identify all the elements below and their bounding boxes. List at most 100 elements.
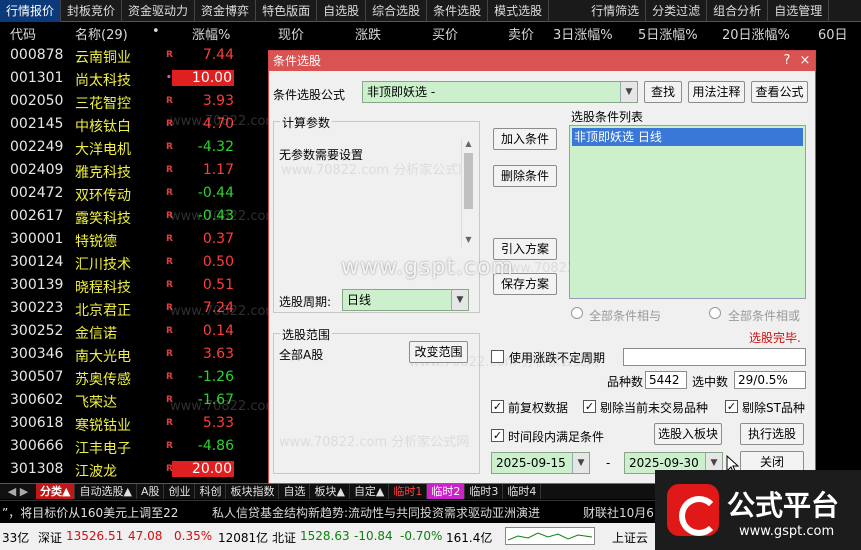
radio-or[interactable] (709, 307, 721, 319)
stock-row[interactable]: 002617 露笑科技 R -0.43 (0, 206, 270, 229)
stock-code: 300507 (10, 369, 64, 385)
col-d5[interactable]: 5日涨幅% (638, 24, 698, 43)
col-price[interactable]: 现价 (278, 24, 304, 43)
scroll-thumb[interactable] (464, 153, 473, 209)
col-bid[interactable]: 买价 (432, 24, 458, 43)
usage-notes-button[interactable]: 用法注释 (688, 81, 745, 103)
stock-row[interactable]: 002249 大洋电机 R -4.32 (0, 137, 270, 160)
formula-select[interactable]: 非顶即妖选 - ▼ (362, 81, 638, 103)
menu-item[interactable]: 特色版面 (256, 0, 318, 22)
col-pct[interactable]: 涨幅% (192, 24, 230, 43)
stock-row[interactable]: 002050 三花智控 R 3.93 (0, 91, 270, 114)
col-ask[interactable]: 卖价 (508, 24, 534, 43)
bottom-tab[interactable]: 自动选股▲ (75, 484, 137, 499)
period-condition-checkbox[interactable]: ✓ (491, 429, 504, 442)
col-d60[interactable]: 60日 (818, 24, 848, 43)
stock-row[interactable]: 300507 苏奥传感 R -1.26 (0, 367, 270, 390)
menu-item[interactable]: 资金驱动力 (122, 0, 196, 22)
condition-list-label: 选股条件列表 (571, 110, 644, 124)
pre-restore-checkbox[interactable]: ✓ (491, 400, 504, 413)
variable-period-input[interactable] (623, 348, 806, 366)
menu-item[interactable]: 综合选股 (366, 0, 428, 22)
menu-item[interactable]: 自选股 (317, 0, 367, 22)
variable-period-checkbox[interactable] (491, 350, 504, 363)
chevron-down-icon[interactable]: ▼ (451, 290, 468, 310)
add-condition-button[interactable]: 加入条件 (493, 128, 557, 150)
change-range-button[interactable]: 改变范围 (409, 341, 468, 363)
stock-row[interactable]: 002409 雅克科技 R 1.17 (0, 160, 270, 183)
close-icon[interactable]: × (797, 53, 813, 69)
scroll-up-icon[interactable]: ▲ (463, 139, 474, 148)
view-formula-button[interactable]: 查看公式 (751, 81, 808, 103)
bottom-tab[interactable]: 创业 (164, 484, 196, 499)
chevron-down-icon[interactable]: ▼ (572, 453, 589, 473)
period-select[interactable]: 日线 ▼ (342, 289, 469, 311)
stock-row[interactable]: 002145 中核钛白 R 4.70 (0, 114, 270, 137)
col-change[interactable]: 涨跌 (355, 24, 381, 43)
menu-item[interactable]: 资金博弈 (195, 0, 257, 22)
bottom-tab[interactable]: 科创 (195, 484, 227, 499)
bottom-tab[interactable]: 临时1 (389, 484, 428, 499)
execute-button[interactable]: 执行选股 (740, 423, 804, 445)
menu-item[interactable]: 条件选股 (427, 0, 489, 22)
remove-untraded-checkbox[interactable]: ✓ (583, 400, 596, 413)
stock-pct: 3.63 (202, 346, 234, 362)
params-scrollbar[interactable]: ▲ ▼ (461, 139, 474, 247)
bottom-tab[interactable]: 临时2 (427, 484, 466, 499)
to-block-button[interactable]: 选股入板块 (654, 423, 722, 445)
menu-item[interactable]: 封板竞价 (61, 0, 123, 22)
stock-row[interactable]: 300001 特锐德 R 0.37 (0, 229, 270, 252)
menu-item[interactable]: 行情报价 (0, 0, 62, 22)
stock-row[interactable]: 300223 北京君正 R 7.24 (0, 298, 270, 321)
col-code[interactable]: 代码 (10, 24, 36, 43)
menu-item[interactable]: 模式选股 (488, 0, 550, 22)
remove-st-checkbox[interactable]: ✓ (725, 400, 738, 413)
find-button[interactable]: 查找 (644, 81, 682, 103)
bottom-tab[interactable]: 分类▲ (36, 484, 76, 499)
chevron-down-icon[interactable]: ▼ (620, 82, 637, 102)
date-from-picker[interactable]: 2025-09-15 ▼ (491, 452, 590, 474)
bottom-tab[interactable]: 临时3 (465, 484, 504, 499)
stock-row[interactable]: 301308 江波龙 R 20.00 (0, 459, 270, 482)
col-name[interactable]: 名称(29) (75, 24, 128, 43)
bottom-tab[interactable]: 自定▲ (350, 484, 390, 499)
scroll-down-icon[interactable]: ▼ (463, 235, 474, 244)
tab-nav-arrows[interactable]: ◀ ▶ (0, 484, 36, 499)
bottom-tab[interactable]: 自选 (279, 484, 311, 499)
dialog-title-bar[interactable]: 条件选股 (269, 51, 815, 71)
condition-list-item[interactable]: 非顶即妖选 日线 (572, 128, 803, 146)
stock-row[interactable]: 300666 江丰电子 R -4.86 (0, 436, 270, 459)
stock-name: 苏奥传感 (75, 372, 131, 388)
menu-item[interactable]: 组合分析 (707, 0, 769, 22)
bottom-tab[interactable]: 临时4 (503, 484, 542, 499)
top-menu-bar: 行情报价 封板竞价 资金驱动力 资金博弈 特色版面 自选股 综合选股 条件选股 模式选股 行情筛选… (0, 0, 861, 22)
bottom-tab[interactable]: 板块指数 (226, 484, 280, 499)
stock-row[interactable]: 300618 寒锐钴业 R 5.33 (0, 413, 270, 436)
stock-row[interactable]: 300124 汇川技术 R 0.50 (0, 252, 270, 275)
stock-row[interactable]: 002472 双环传动 R -0.44 (0, 183, 270, 206)
stock-row[interactable]: 300346 南大光电 R 3.63 (0, 344, 270, 367)
col-d3[interactable]: 3日涨幅% (553, 24, 613, 43)
bottom-tab[interactable]: A股 (137, 484, 165, 499)
bottom-tab[interactable]: 板块▲ (310, 484, 350, 499)
col-d20[interactable]: 20日涨幅% (722, 24, 790, 43)
help-icon[interactable]: ? (779, 53, 795, 69)
stock-row[interactable]: 000878 云南铜业 R 7.44 (0, 45, 270, 68)
ticker-item-2[interactable]: 私人信贷基金结构新趋势:流动性与共同投资需求驱动亚洲演进 (212, 504, 540, 521)
stock-row[interactable]: 300602 飞荣达 R -1.67 (0, 390, 270, 413)
stock-row[interactable]: 001301 尚太科技 • 10.00 (0, 68, 270, 91)
radio-or-label: 全部条件相或 (728, 309, 801, 323)
delete-condition-button[interactable]: 删除条件 (493, 165, 557, 187)
stock-row[interactable]: 300252 金信诺 R 0.14 (0, 321, 270, 344)
menu-item[interactable]: 行情筛选 (585, 0, 647, 22)
ticker-item-1[interactable]: ”，将目标价从160美元上调至22 (2, 504, 178, 521)
sh-label: 上证云 (612, 531, 649, 545)
condition-list[interactable]: 非顶即妖选 日线 (569, 125, 806, 299)
stock-pct: 0.50 (202, 254, 234, 270)
menu-item[interactable]: 自选管理 (768, 0, 830, 22)
ticker-item-3[interactable]: 财联社10月6 (583, 504, 654, 521)
menu-item[interactable]: 分类过滤 (646, 0, 708, 22)
column-header-row: 代码 名称(29) • 涨幅% 现价 涨跌 买价 卖价 3日涨幅% 5日涨幅% … (0, 22, 861, 44)
stock-row[interactable]: 300139 晓程科技 R 0.51 (0, 275, 270, 298)
radio-and[interactable] (571, 307, 583, 319)
